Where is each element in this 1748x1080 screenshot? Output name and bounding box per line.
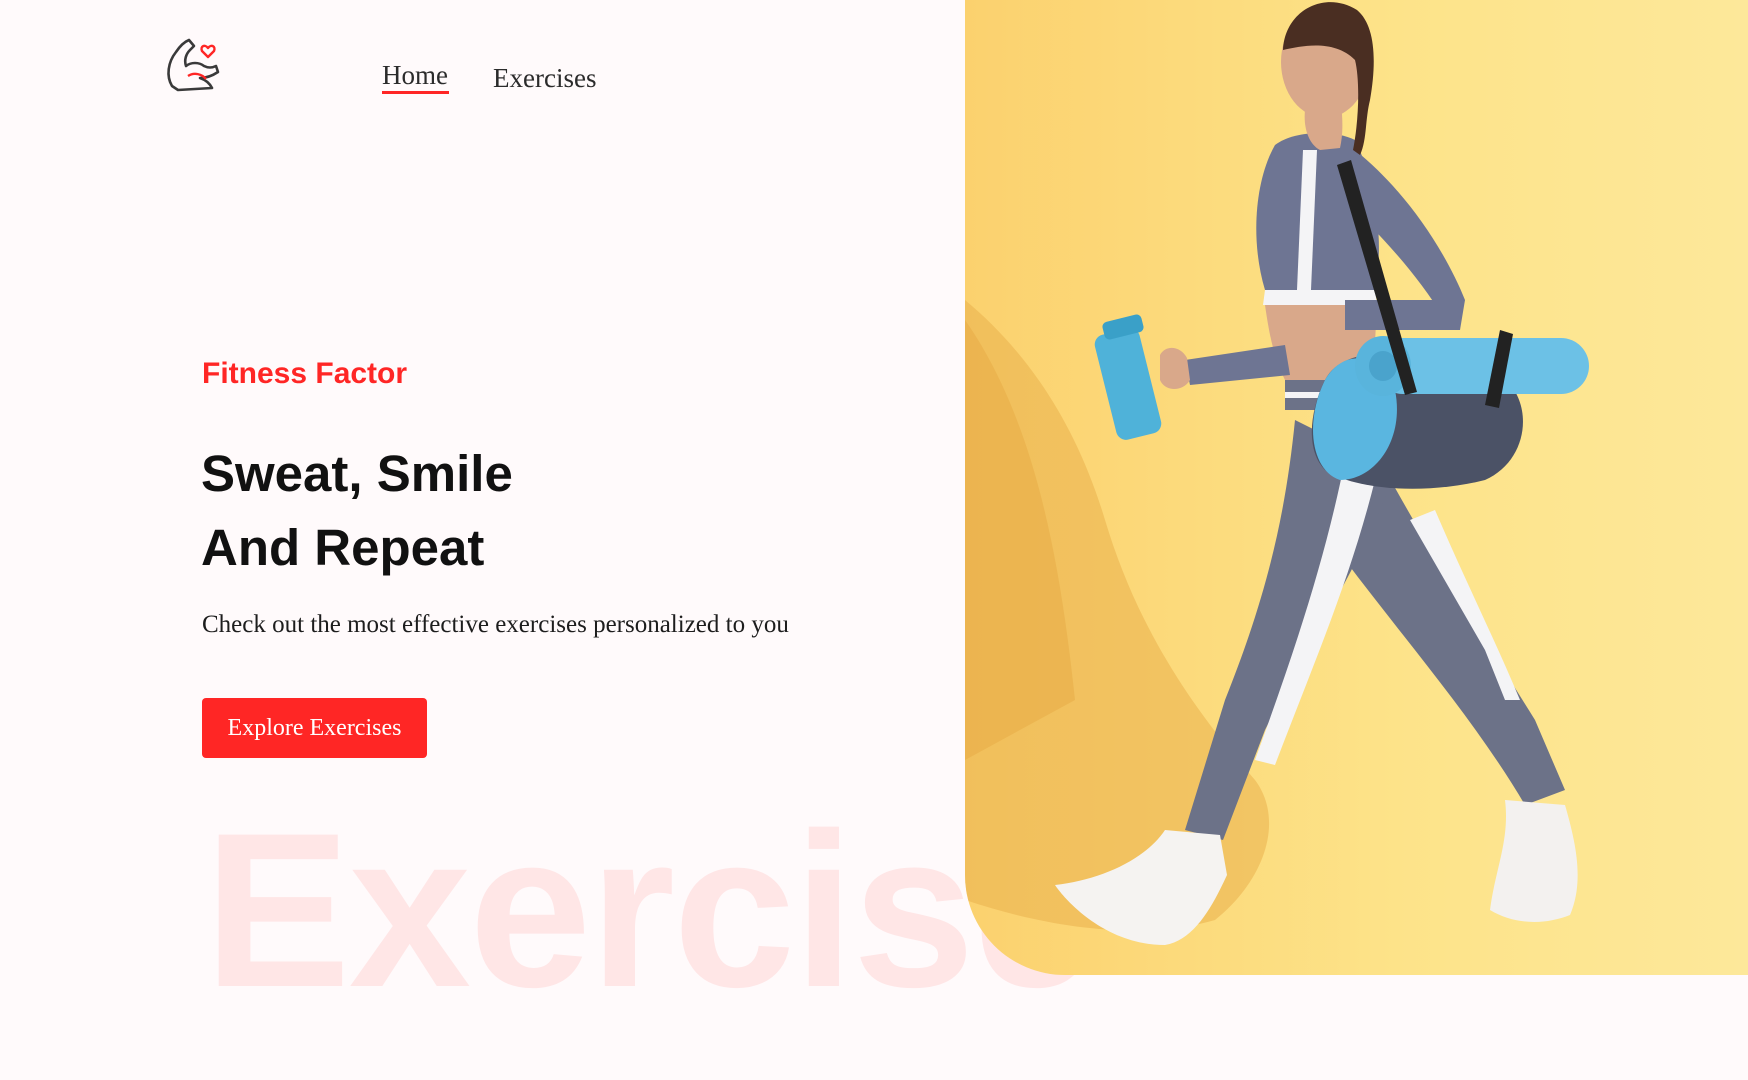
explore-exercises-button[interactable]: Explore Exercises xyxy=(202,698,427,758)
hero-headline-line-2: And Repeat xyxy=(201,519,485,576)
hero-headline: Sweat, Smile And Repeat xyxy=(201,437,513,585)
background-watermark-text: Exercise xyxy=(204,787,1095,1033)
brand-name: Fitness Factor xyxy=(202,357,408,390)
flexing-arm-heart-icon[interactable] xyxy=(164,32,224,94)
hero-headline-line-1: Sweat, Smile xyxy=(201,445,513,502)
nav-exercises-link[interactable]: Exercises xyxy=(493,63,596,94)
hero-image xyxy=(965,0,1748,975)
hero-subtitle: Check out the most effective exercises p… xyxy=(202,611,789,638)
nav-active-indicator xyxy=(382,91,449,94)
nav-home-link[interactable]: Home xyxy=(382,60,448,91)
